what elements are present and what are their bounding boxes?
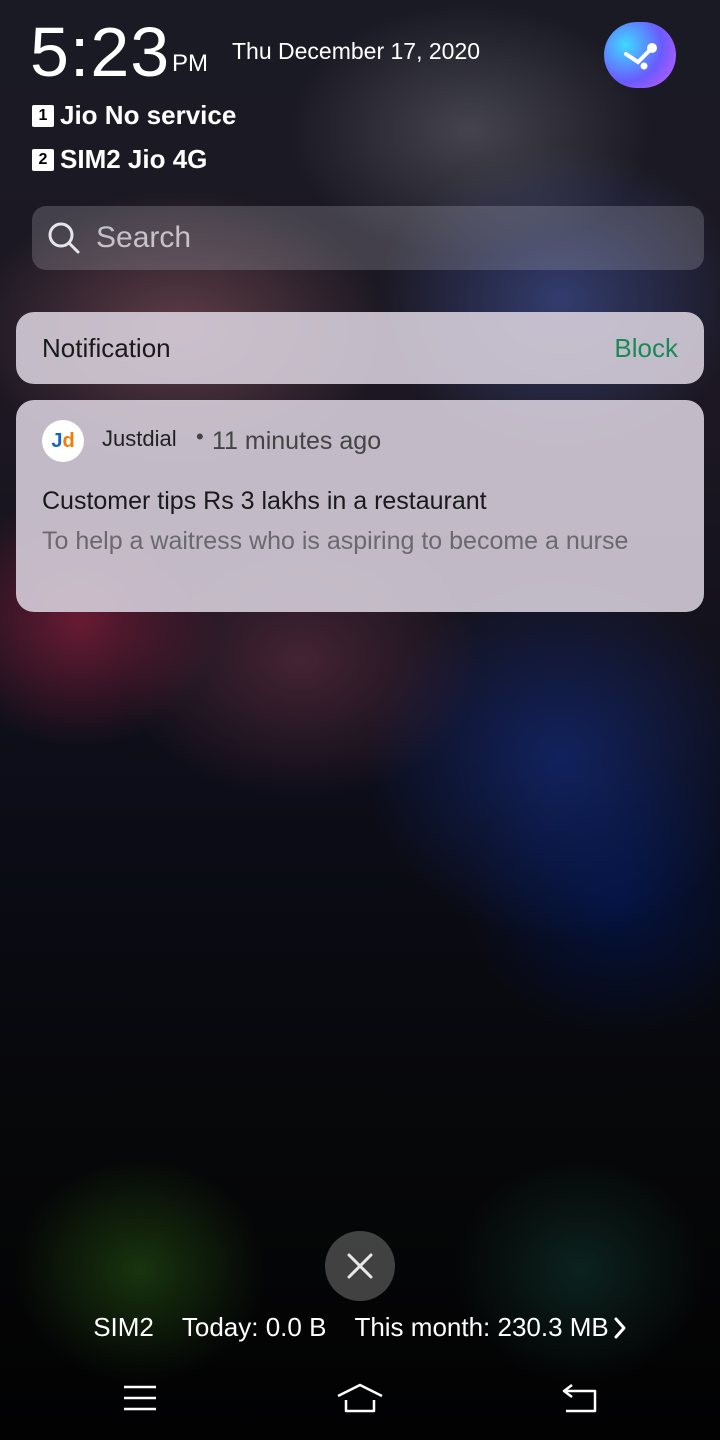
menu-icon [122, 1384, 158, 1412]
notification-header-title: Notification [42, 332, 171, 363]
data-usage-row[interactable]: SIM2 Today: 0.0 B This month: 230.3 MB [0, 1312, 720, 1343]
sim2-status: 2 SIM2 Jio 4G [32, 144, 207, 175]
assistant-orb-icon[interactable] [604, 22, 676, 88]
menu-button[interactable] [110, 1370, 170, 1426]
search-icon [46, 220, 82, 256]
clear-all-button[interactable] [325, 1231, 395, 1301]
clock-time: 5:23 [30, 13, 171, 91]
home-icon [335, 1382, 385, 1414]
date-label: Thu December 17, 2020 [232, 38, 481, 64]
clock-ampm: PM [172, 50, 208, 77]
block-button[interactable]: Block [614, 333, 678, 364]
back-button[interactable] [550, 1370, 610, 1426]
notification-body: To help a waitress who is aspiring to be… [42, 527, 629, 555]
navigation-bar [0, 1370, 720, 1430]
data-usage-sim: SIM2 [93, 1312, 154, 1342]
sim1-label: Jio No service [60, 100, 237, 130]
back-icon [560, 1382, 600, 1414]
notification-title: Customer tips Rs 3 lakhs in a restaurant [42, 487, 487, 515]
notification-time: 11 minutes ago [212, 427, 382, 455]
data-usage-month: This month: 230.3 MB [354, 1312, 609, 1342]
sim2-badge: 2 [32, 148, 54, 171]
data-usage-today: Today: 0.0 B [181, 1312, 327, 1342]
justdial-logo: Jd [42, 420, 84, 462]
notification-app-name: Justdial [102, 426, 177, 451]
search-placeholder: Search [96, 221, 192, 254]
chevron-right-icon [613, 1316, 627, 1340]
search-bar[interactable]: Search [32, 206, 704, 270]
sim2-label: SIM2 Jio 4G [60, 144, 208, 174]
home-button[interactable] [330, 1370, 390, 1426]
close-icon [346, 1252, 374, 1280]
separator-dot: • [196, 424, 204, 449]
sim1-badge: 1 [32, 104, 54, 127]
sim1-status: 1 Jio No service [32, 100, 236, 131]
notification-header: Notification Block [16, 312, 704, 384]
notification-card[interactable]: Jd Justdial • 11 minutes ago Customer ti… [16, 400, 704, 612]
